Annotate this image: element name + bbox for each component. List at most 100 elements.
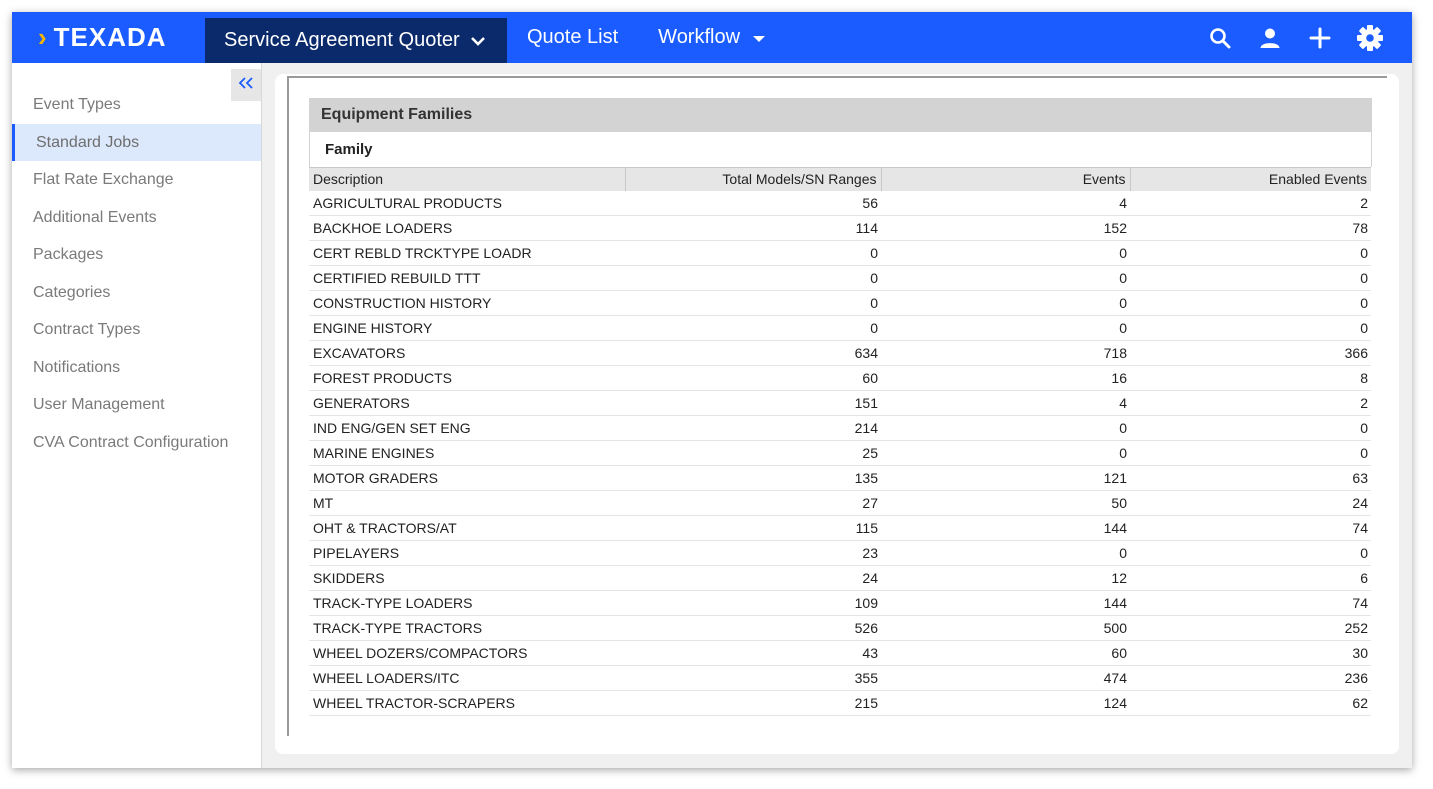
sidebar-item-label: Event Types	[33, 95, 121, 113]
cell-events: 4	[881, 190, 1130, 216]
app-selector-dropdown[interactable]: Service Agreement Quoter	[205, 18, 507, 63]
sidebar-item-packages[interactable]: Packages	[12, 236, 261, 273]
app-selector-label: Service Agreement Quoter	[224, 29, 460, 51]
table-row[interactable]: PIPELAYERS 23 0 0	[309, 540, 1371, 566]
table-row[interactable]: MARINE ENGINES 25 0 0	[309, 440, 1371, 466]
cell-total-models: 355	[625, 665, 881, 691]
caret-down-icon	[752, 26, 766, 49]
table-row[interactable]: GENERATORS 151 4 2	[309, 390, 1371, 416]
cell-total-models: 214	[625, 415, 881, 441]
table-row[interactable]: FOREST PRODUCTS 60 16 8	[309, 365, 1371, 391]
cell-events: 16	[881, 365, 1130, 391]
cell-description: MOTOR GRADERS	[309, 465, 625, 491]
table-row[interactable]: ENGINE HISTORY 0 0 0	[309, 315, 1371, 341]
sidebar-item-label: Categories	[33, 283, 111, 301]
cell-total-models: 0	[625, 315, 881, 341]
table-header-row: Description Total Models/SN Ranges Event…	[309, 167, 1371, 191]
cell-description: MT	[309, 490, 625, 516]
user-icon[interactable]	[1256, 24, 1284, 52]
column-header-description[interactable]: Description	[309, 167, 626, 191]
main-content: Equipment Families Family Description To…	[275, 74, 1399, 754]
nav-workflow-label: Workflow	[658, 26, 741, 48]
cell-total-models: 526	[625, 615, 881, 641]
column-header-total-models[interactable]: Total Models/SN Ranges	[625, 167, 882, 191]
sidebar-item-contract-types[interactable]: Contract Types	[12, 311, 261, 348]
table-row[interactable]: EXCAVATORS 634 718 366	[309, 340, 1371, 366]
sidebar-item-standard-jobs[interactable]: Standard Jobs	[12, 124, 261, 161]
table-row[interactable]: WHEEL TRACTOR-SCRAPERS 215 124 62	[309, 690, 1371, 716]
plus-icon[interactable]	[1306, 24, 1334, 52]
texada-logo[interactable]: › TEXADA	[12, 12, 205, 63]
table-row[interactable]: OHT & TRACTORS/AT 115 144 74	[309, 515, 1371, 541]
search-icon[interactable]	[1206, 24, 1234, 52]
cell-total-models: 0	[625, 290, 881, 316]
nav-workflow-dropdown[interactable]: Workflow	[658, 12, 766, 63]
cell-total-models: 23	[625, 540, 881, 566]
sidebar-item-flat-rate-exchange[interactable]: Flat Rate Exchange	[12, 161, 261, 198]
cell-enabled-events: 0	[1130, 290, 1371, 316]
sidebar-item-event-types[interactable]: Event Types	[12, 86, 261, 123]
cell-enabled-events: 0	[1130, 540, 1371, 566]
cell-description: OHT & TRACTORS/AT	[309, 515, 625, 541]
cell-events: 0	[881, 415, 1130, 441]
table-row[interactable]: WHEEL LOADERS/ITC 355 474 236	[309, 665, 1371, 691]
gear-icon[interactable]	[1356, 24, 1384, 52]
nav-quote-list[interactable]: Quote List	[527, 12, 618, 63]
table-row[interactable]: BACKHOE LOADERS 114 152 78	[309, 215, 1371, 241]
cell-enabled-events: 74	[1130, 590, 1371, 616]
cell-enabled-events: 2	[1130, 190, 1371, 216]
cell-total-models: 151	[625, 390, 881, 416]
cell-enabled-events: 63	[1130, 465, 1371, 491]
cell-description: CONSTRUCTION HISTORY	[309, 290, 625, 316]
sidebar-item-categories[interactable]: Categories	[12, 274, 261, 311]
table-row[interactable]: TRACK-TYPE TRACTORS 526 500 252	[309, 615, 1371, 641]
cell-description: SKIDDERS	[309, 565, 625, 591]
table-row[interactable]: IND ENG/GEN SET ENG 214 0 0	[309, 415, 1371, 441]
cell-enabled-events: 0	[1130, 315, 1371, 341]
sidebar-item-additional-events[interactable]: Additional Events	[12, 199, 261, 236]
cell-enabled-events: 0	[1130, 265, 1371, 291]
app-window: › TEXADA Service Agreement Quoter Quote …	[12, 12, 1412, 768]
table-row[interactable]: CONSTRUCTION HISTORY 0 0 0	[309, 290, 1371, 316]
table-row[interactable]: TRACK-TYPE LOADERS 109 144 74	[309, 590, 1371, 616]
cell-enabled-events: 24	[1130, 490, 1371, 516]
cell-events: 0	[881, 265, 1130, 291]
table-row[interactable]: CERTIFIED REBUILD TTT 0 0 0	[309, 265, 1371, 291]
cell-enabled-events: 8	[1130, 365, 1371, 391]
cell-description: PIPELAYERS	[309, 540, 625, 566]
cell-total-models: 109	[625, 590, 881, 616]
cell-description: TRACK-TYPE LOADERS	[309, 590, 625, 616]
sidebar-item-label: CVA Contract Configuration	[33, 433, 229, 451]
table-row[interactable]: MT 27 50 24	[309, 490, 1371, 516]
cell-description: IND ENG/GEN SET ENG	[309, 415, 625, 441]
sidebar-item-cva-contract-configuration[interactable]: CVA Contract Configuration	[12, 424, 261, 461]
cell-events: 0	[881, 440, 1130, 466]
cell-total-models: 114	[625, 215, 881, 241]
cell-events: 0	[881, 540, 1130, 566]
cell-total-models: 215	[625, 690, 881, 716]
cell-events: 60	[881, 640, 1130, 666]
cell-description: ENGINE HISTORY	[309, 315, 625, 341]
column-header-events[interactable]: Events	[881, 167, 1131, 191]
cell-total-models: 24	[625, 565, 881, 591]
column-header-enabled-events[interactable]: Enabled Events	[1130, 167, 1371, 191]
cell-events: 0	[881, 290, 1130, 316]
sidebar-item-label: Notifications	[33, 358, 121, 376]
cell-enabled-events: 236	[1130, 665, 1371, 691]
section-title: Family	[309, 132, 1372, 167]
sidebar-item-user-management[interactable]: User Management	[12, 386, 261, 423]
table-row[interactable]: WHEEL DOZERS/COMPACTORS 43 60 30	[309, 640, 1371, 666]
table-row[interactable]: CERT REBLD TRCKTYPE LOADR 0 0 0	[309, 240, 1371, 266]
cell-events: 144	[881, 590, 1130, 616]
cell-enabled-events: 74	[1130, 515, 1371, 541]
cell-events: 4	[881, 390, 1130, 416]
cell-events: 718	[881, 340, 1130, 366]
sidebar-item-notifications[interactable]: Notifications	[12, 349, 261, 386]
cell-enabled-events: 366	[1130, 340, 1371, 366]
cell-enabled-events: 62	[1130, 690, 1371, 716]
table-row[interactable]: AGRICULTURAL PRODUCTS 56 4 2	[309, 190, 1371, 216]
table-row[interactable]: SKIDDERS 24 12 6	[309, 565, 1371, 591]
cell-events: 144	[881, 515, 1130, 541]
table-row[interactable]: MOTOR GRADERS 135 121 63	[309, 465, 1371, 491]
cell-enabled-events: 252	[1130, 615, 1371, 641]
